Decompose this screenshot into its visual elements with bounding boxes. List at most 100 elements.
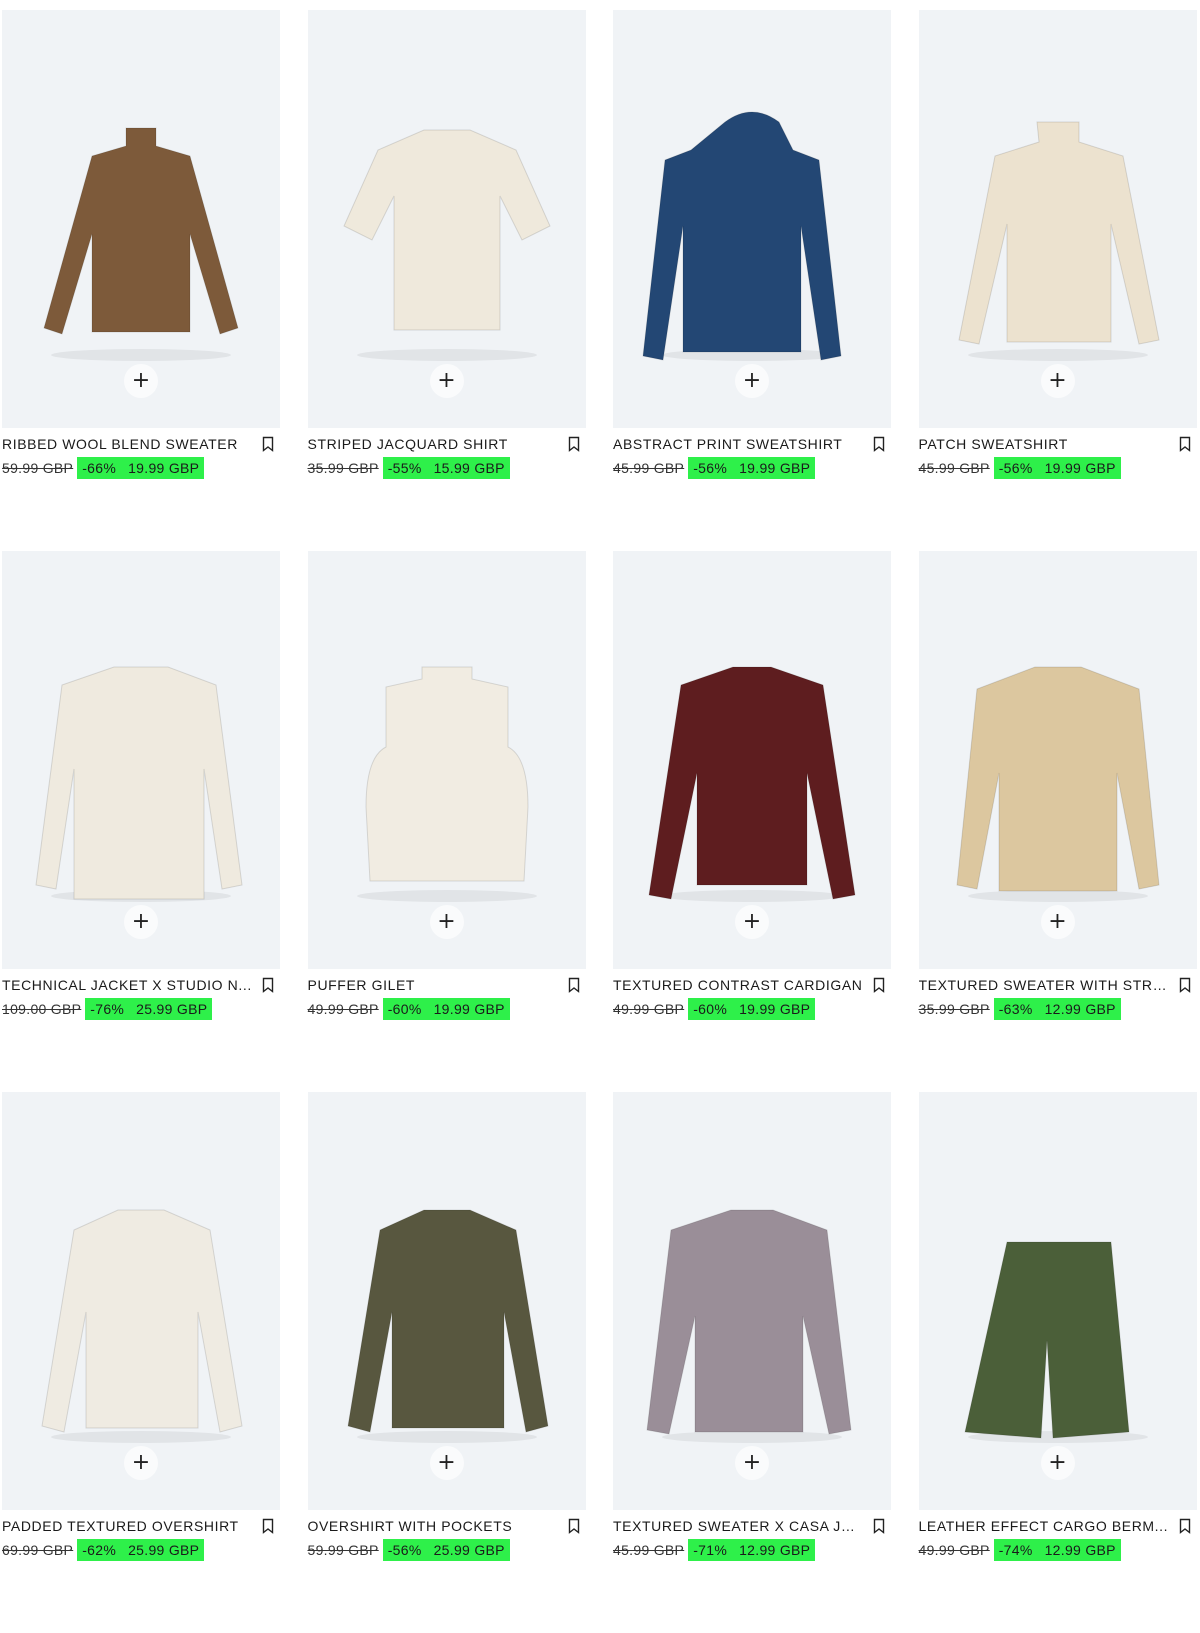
sale-price: 19.99 GBP bbox=[1044, 460, 1116, 476]
product-card[interactable]: + STRIPED JACQUARD SHIRT 35.99 GBP -55% 15… bbox=[307, 10, 586, 551]
product-card[interactable]: + OVERSHIRT WITH POCKETS 59.99 GBP -56% 25… bbox=[307, 1092, 586, 1633]
sale-price: 19.99 GBP bbox=[128, 460, 200, 476]
original-price: 35.99 GBP bbox=[307, 460, 379, 476]
add-to-cart-button[interactable]: + bbox=[124, 1446, 158, 1480]
discount-percent: -56% bbox=[387, 1542, 422, 1558]
sale-badge: -55% 15.99 GBP bbox=[382, 457, 510, 479]
bookmark-icon[interactable] bbox=[262, 436, 274, 452]
product-card[interactable]: + ABSTRACT PRINT SWEATSHIRT 45.99 GBP -56… bbox=[613, 10, 891, 551]
product-card[interactable]: + PATCH SWEATSHIRT 45.99 GBP -56% 19.99 GB… bbox=[918, 10, 1197, 551]
sale-badge: -71% 12.99 GBP bbox=[688, 1539, 816, 1561]
discount-percent: -60% bbox=[387, 1001, 422, 1017]
discount-percent: -76% bbox=[90, 1001, 125, 1017]
sale-badge: -76% 25.99 GBP bbox=[85, 998, 213, 1020]
product-grid: + RIBBED WOOL BLEND SWEATER 59.99 GBP -66… bbox=[2, 10, 1198, 1633]
bookmark-icon[interactable] bbox=[1179, 436, 1191, 452]
sale-price: 19.99 GBP bbox=[739, 460, 811, 476]
original-price: 109.00 GBP bbox=[2, 1001, 82, 1017]
discount-percent: -62% bbox=[82, 1542, 117, 1558]
product-card[interactable]: + LEATHER EFFECT CARGO BERM... 49.99 GBP… bbox=[918, 1092, 1197, 1633]
original-price: 59.99 GBP bbox=[307, 1542, 379, 1558]
product-card[interactable]: + TEXTURED SWEATER WITH STRI... 35.99 GB… bbox=[918, 551, 1197, 1092]
original-price: 49.99 GBP bbox=[918, 1542, 990, 1558]
original-price: 35.99 GBP bbox=[918, 1001, 990, 1017]
bookmark-icon[interactable] bbox=[1179, 1518, 1191, 1534]
sale-badge: -62% 25.99 GBP bbox=[77, 1539, 205, 1561]
bookmark-icon[interactable] bbox=[873, 977, 885, 993]
product-image[interactable]: + bbox=[2, 551, 280, 969]
add-to-cart-button[interactable]: + bbox=[735, 364, 769, 398]
product-name[interactable]: ABSTRACT PRINT SWEATSHIRT bbox=[613, 436, 863, 452]
product-image[interactable]: + bbox=[2, 10, 280, 428]
bookmark-icon[interactable] bbox=[262, 1518, 274, 1534]
sale-price: 12.99 GBP bbox=[1044, 1001, 1116, 1017]
product-image[interactable]: + bbox=[307, 1092, 586, 1510]
sale-badge: -56% 19.99 GBP bbox=[993, 457, 1121, 479]
product-name[interactable]: TEXTURED SWEATER WITH STRI... bbox=[919, 977, 1169, 993]
sale-badge: -74% 12.99 GBP bbox=[993, 1539, 1121, 1561]
product-name[interactable]: STRIPED JACQUARD SHIRT bbox=[308, 436, 558, 452]
sale-badge: -60% 19.99 GBP bbox=[688, 998, 816, 1020]
discount-percent: -74% bbox=[998, 1542, 1033, 1558]
product-card[interactable]: + PUFFER GILET 49.99 GBP -60% 19.99 GBP bbox=[307, 551, 586, 1092]
add-to-cart-button[interactable]: + bbox=[429, 364, 464, 398]
bookmark-icon[interactable] bbox=[568, 436, 580, 452]
sale-price: 15.99 GBP bbox=[433, 460, 505, 476]
add-to-cart-button[interactable]: + bbox=[1040, 364, 1075, 398]
product-name[interactable]: PADDED TEXTURED OVERSHIRT bbox=[2, 1518, 252, 1534]
discount-percent: -56% bbox=[693, 460, 728, 476]
add-to-cart-button[interactable]: + bbox=[124, 905, 158, 939]
product-image[interactable]: + bbox=[613, 10, 891, 428]
original-price: 45.99 GBP bbox=[613, 1542, 685, 1558]
add-to-cart-button[interactable]: + bbox=[735, 1446, 769, 1480]
bookmark-icon[interactable] bbox=[568, 977, 580, 993]
bookmark-icon[interactable] bbox=[262, 977, 274, 993]
original-price: 69.99 GBP bbox=[2, 1542, 74, 1558]
product-card[interactable]: + PADDED TEXTURED OVERSHIRT 69.99 GBP -62… bbox=[2, 1092, 280, 1633]
product-name[interactable]: PUFFER GILET bbox=[308, 977, 558, 993]
discount-percent: -55% bbox=[387, 460, 422, 476]
sale-price: 25.99 GBP bbox=[136, 1001, 208, 1017]
sale-price: 19.99 GBP bbox=[739, 1001, 811, 1017]
product-name[interactable]: LEATHER EFFECT CARGO BERM... bbox=[919, 1518, 1169, 1534]
product-name[interactable]: TEXTURED SWEATER X CASA JO... bbox=[613, 1518, 863, 1534]
bookmark-icon[interactable] bbox=[1179, 977, 1191, 993]
original-price: 45.99 GBP bbox=[613, 460, 685, 476]
product-image[interactable]: + bbox=[307, 551, 586, 969]
product-image[interactable]: + bbox=[918, 551, 1197, 969]
product-card[interactable]: + TEXTURED SWEATER X CASA JO... 45.99 GB… bbox=[613, 1092, 891, 1633]
product-name[interactable]: TECHNICAL JACKET X STUDIO N... bbox=[2, 977, 252, 993]
product-name[interactable]: RIBBED WOOL BLEND SWEATER bbox=[2, 436, 252, 452]
add-to-cart-button[interactable]: + bbox=[735, 905, 769, 939]
sale-badge: -60% 19.99 GBP bbox=[382, 998, 510, 1020]
sale-price: 19.99 GBP bbox=[433, 1001, 505, 1017]
product-name[interactable]: OVERSHIRT WITH POCKETS bbox=[308, 1518, 558, 1534]
sale-price: 25.99 GBP bbox=[433, 1542, 505, 1558]
product-card[interactable]: + RIBBED WOOL BLEND SWEATER 59.99 GBP -66… bbox=[2, 10, 280, 551]
product-image[interactable]: + bbox=[918, 10, 1197, 428]
add-to-cart-button[interactable]: + bbox=[429, 905, 464, 939]
product-image[interactable]: + bbox=[613, 551, 891, 969]
sale-price: 12.99 GBP bbox=[739, 1542, 811, 1558]
product-image[interactable]: + bbox=[918, 1092, 1197, 1510]
product-image[interactable]: + bbox=[613, 1092, 891, 1510]
sale-price: 12.99 GBP bbox=[1044, 1542, 1116, 1558]
add-to-cart-button[interactable]: + bbox=[429, 1446, 464, 1480]
bookmark-icon[interactable] bbox=[873, 436, 885, 452]
product-name[interactable]: TEXTURED CONTRAST CARDIGAN bbox=[613, 977, 863, 993]
product-card[interactable]: + TECHNICAL JACKET X STUDIO N... 109.00 … bbox=[2, 551, 280, 1092]
product-name[interactable]: PATCH SWEATSHIRT bbox=[919, 436, 1169, 452]
discount-percent: -71% bbox=[693, 1542, 728, 1558]
original-price: 49.99 GBP bbox=[613, 1001, 685, 1017]
product-card[interactable]: + TEXTURED CONTRAST CARDIGAN 49.99 GBP -6… bbox=[613, 551, 891, 1092]
bookmark-icon[interactable] bbox=[568, 1518, 580, 1534]
bookmark-icon[interactable] bbox=[873, 1518, 885, 1534]
product-image[interactable]: + bbox=[307, 10, 586, 428]
add-to-cart-button[interactable]: + bbox=[1040, 905, 1075, 939]
product-image[interactable]: + bbox=[2, 1092, 280, 1510]
sale-price: 25.99 GBP bbox=[128, 1542, 200, 1558]
discount-percent: -60% bbox=[693, 1001, 728, 1017]
add-to-cart-button[interactable]: + bbox=[124, 364, 158, 398]
discount-percent: -56% bbox=[998, 460, 1033, 476]
add-to-cart-button[interactable]: + bbox=[1040, 1446, 1075, 1480]
